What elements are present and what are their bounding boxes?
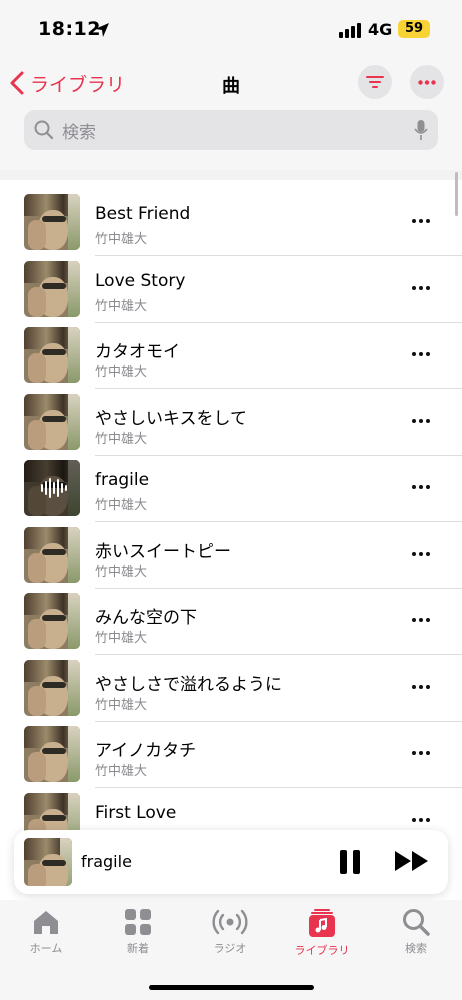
tab-library[interactable]: ライブラリ [282,908,362,958]
ellipsis-icon [418,79,436,85]
tab-label: 検索 [405,942,427,955]
mini-player-artwork [24,838,72,886]
cellular-signal-icon [339,22,361,38]
nav-header: ライブラリ 曲 検索 [0,60,462,170]
song-artist: 竹中雄大 [95,365,148,380]
album-artwork [24,194,80,250]
song-row[interactable]: Love Story 竹中雄大 [0,251,462,323]
song-more-button[interactable] [412,285,430,290]
forward-icon[interactable] [394,850,430,872]
album-artwork [24,260,80,317]
tab-radio[interactable]: ラジオ [190,908,270,956]
song-artist: 竹中雄大 [95,764,148,779]
magnifier-icon [34,120,54,140]
tab-new[interactable]: 新着 [98,908,178,956]
song-row[interactable]: アイノカタチ竹中雄大 [0,716,462,788]
album-artwork [24,726,80,782]
song-artist: 竹中雄大 [95,298,148,314]
song-more-button[interactable] [412,618,430,622]
song-row[interactable]: fragile 竹中雄大 [0,450,462,522]
search-placeholder: 検索 [62,122,96,143]
song-more-button[interactable] [412,219,430,223]
album-artwork [24,393,80,450]
page-title: 曲 [222,76,240,97]
song-title: fragile [95,470,150,490]
more-options-button[interactable] [410,65,444,99]
tab-label: ライブラリ [294,944,350,957]
tab-label: ラジオ [213,942,247,955]
tab-label: 新着 [127,942,149,955]
song-artist: 竹中雄大 [95,631,148,646]
pause-button[interactable] [340,850,362,874]
song-artist: 竹中雄大 [95,564,148,580]
status-bar: 18:12 4G 59 [0,0,462,60]
album-artwork [24,659,80,716]
song-title: アイノカタチ [95,741,197,761]
song-more-button[interactable] [412,551,430,556]
sort-button[interactable] [358,65,392,99]
song-more-button[interactable] [412,485,430,489]
album-artwork [24,526,80,583]
song-title: Love Story [95,270,186,291]
battery-indicator: 59 [398,20,430,38]
song-title: やさしさで溢れるように [95,674,282,695]
song-row[interactable]: 赤いスイートピー竹中雄大 [0,517,462,589]
song-more-button[interactable] [412,418,430,423]
library-icon [309,909,335,937]
mini-player[interactable]: fragile [14,830,448,894]
tab-search[interactable]: 検索 [376,908,456,956]
microphone-icon[interactable] [414,119,428,141]
location-arrow-icon [94,22,110,42]
song-more-button[interactable] [412,817,430,822]
home-icon [34,911,58,934]
song-more-button[interactable] [412,751,430,755]
search-input[interactable]: 検索 [24,110,438,150]
mini-player-title: fragile [81,852,132,871]
radio-icon [212,909,248,935]
song-row[interactable]: やさしさで溢れるように竹中雄大 [0,650,462,722]
song-more-button[interactable] [412,352,430,356]
home-indicator [149,985,314,990]
song-row[interactable]: Best Friend 竹中雄大 [0,184,462,256]
song-row[interactable]: カタオモイ 竹中雄大 [0,317,462,389]
pause-icon [340,850,347,874]
song-title: みんな空の下 [95,608,197,628]
song-title: First Love [95,802,177,823]
tab-label: ホーム [29,942,63,955]
song-row[interactable]: みんな空の下竹中雄大 [0,583,462,655]
song-title: カタオモイ [95,342,180,362]
album-artwork [24,593,80,649]
song-title: 赤いスイートピー [95,541,231,562]
song-artist: 竹中雄大 [95,232,148,247]
now-playing-wave-icon [41,477,67,499]
song-row[interactable]: やさしいキスをして竹中雄大 [0,384,462,456]
album-artwork [24,327,80,383]
song-artist: 竹中雄大 [95,697,148,713]
status-time: 18:12 [38,18,101,40]
song-artist: 竹中雄大 [95,431,148,447]
scrollbar[interactable] [455,172,458,216]
song-title: やさしいキスをして [95,408,247,429]
grid-icon [125,909,151,935]
search-icon [403,909,430,936]
song-list: Best Friend 竹中雄大 Love Story 竹中雄大 カタオモイ 竹中雄大 やさ… [0,180,462,900]
song-more-button[interactable] [412,684,430,689]
song-artist: 竹中雄大 [95,498,148,513]
sort-lines-icon [366,76,384,88]
tab-home[interactable]: ホーム [6,908,86,956]
network-type: 4G [368,20,393,39]
song-title: Best Friend [95,204,191,224]
